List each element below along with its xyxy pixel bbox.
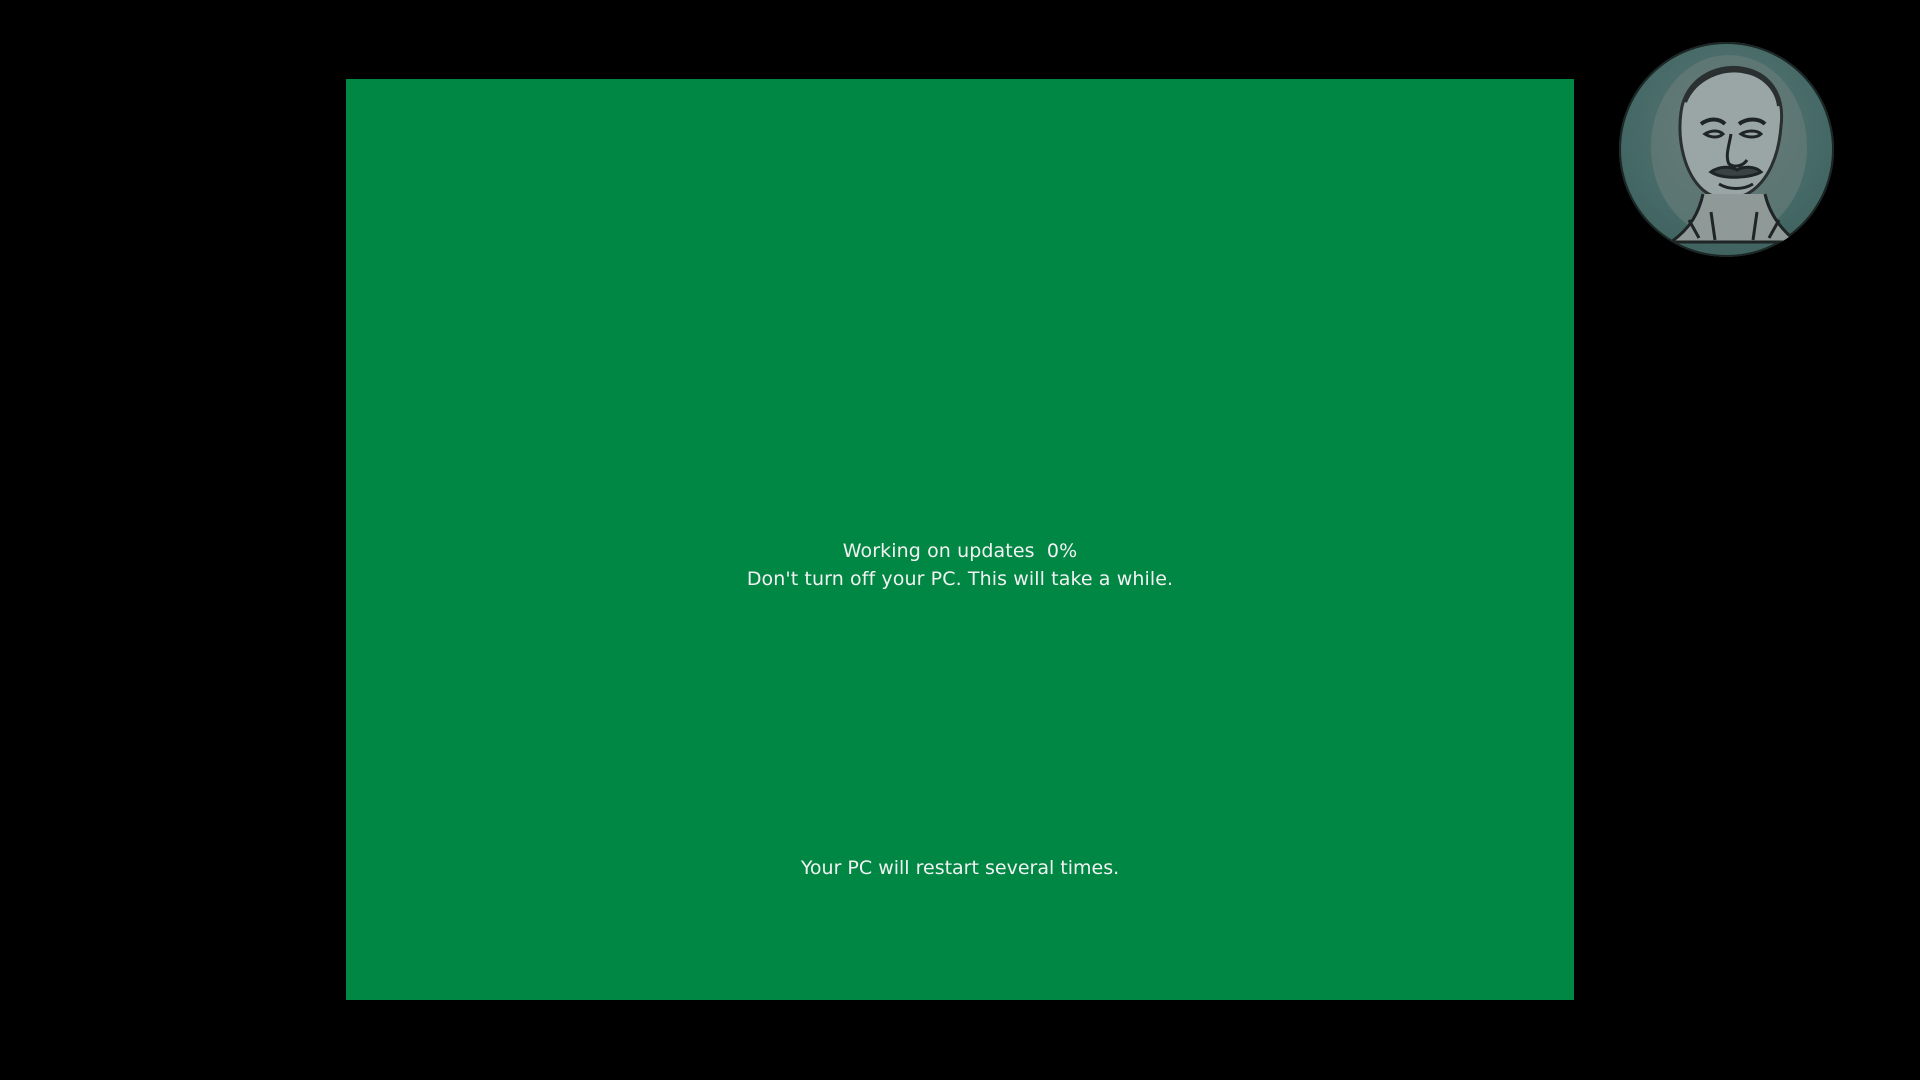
update-progress-line: Working on updates 0% (346, 537, 1574, 565)
update-status: Working on updates 0% Don't turn off you… (346, 537, 1574, 593)
desktop-stage: Working on updates 0% Don't turn off you… (0, 0, 1920, 1080)
restart-note: Your PC will restart several times. (800, 857, 1120, 879)
update-progress-percent: 0% (1046, 540, 1078, 562)
update-warning: Don't turn off your PC. This will take a… (746, 568, 1174, 590)
windows-update-screen: Working on updates 0% Don't turn off you… (346, 79, 1574, 1000)
presenter-avatar-icon (1651, 55, 1807, 244)
update-status-label: Working on updates (842, 540, 1035, 562)
webcam-overlay (1619, 42, 1834, 257)
